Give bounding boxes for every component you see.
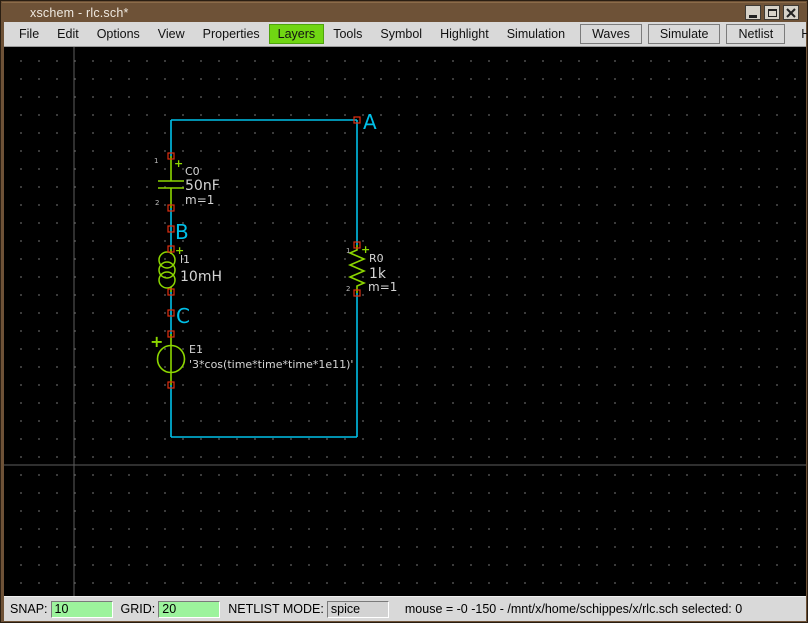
component-capacitor[interactable]: 1 2 + C0 50nF m=1 (154, 152, 220, 212)
menu-item-view[interactable]: View (149, 24, 194, 44)
waves-button[interactable]: Waves (580, 24, 642, 44)
netlist-mode-label: NETLIST MODE: (228, 602, 324, 616)
menu-item-tools[interactable]: Tools (324, 24, 371, 44)
simulate-button[interactable]: Simulate (647, 24, 721, 44)
minimize-icon (749, 14, 757, 18)
node-label-a[interactable]: A (363, 110, 377, 134)
node-label-c[interactable]: C (176, 304, 190, 328)
component-source[interactable]: + E1 '3*cos(time*time*time*1e11)' (150, 330, 353, 389)
window-title: xschem - rlc.sch* (30, 5, 129, 20)
menu-item-symbol[interactable]: Symbol (371, 24, 431, 44)
capacitor-value: 50nF (185, 178, 220, 194)
statusbar: SNAP: GRID: NETLIST MODE: mouse = -0 -15… (4, 596, 806, 621)
menu-item-options[interactable]: Options (88, 24, 149, 44)
schematic-canvas[interactable]: 1 2 + C0 50nF m=1 + l1 10mH + E1 '3*cos(… (4, 47, 806, 596)
menu-item-simulation[interactable]: Simulation (498, 24, 574, 44)
component-resistor[interactable]: 1 2 + R0 1k m=1 (346, 241, 397, 297)
menu-item-properties[interactable]: Properties (194, 24, 269, 44)
snap-input[interactable] (50, 600, 113, 618)
maximize-icon (767, 8, 777, 17)
menu-item-layers[interactable]: Layers (268, 24, 325, 44)
source-plus-icon: + (150, 332, 163, 351)
maximize-button[interactable] (764, 5, 780, 20)
inductor-coil (158, 251, 176, 269)
resistor-name: R0 (369, 252, 384, 265)
menu-item-edit[interactable]: Edit (48, 24, 88, 44)
netlist-mode-input[interactable] (326, 600, 389, 618)
resistor-pin1-number: 1 (346, 247, 350, 255)
close-icon (786, 7, 796, 18)
capacitor-pin2-number: 2 (155, 199, 159, 207)
window-controls (745, 5, 799, 20)
menu-item-highlight[interactable]: Highlight (431, 24, 498, 44)
node-labels[interactable]: A B C (167, 110, 377, 328)
menu-item-file[interactable]: File (10, 24, 48, 44)
minimize-button[interactable] (745, 5, 761, 20)
grid-label: GRID: (120, 602, 156, 616)
menubar: File Edit Options View Properties Layers… (4, 22, 807, 47)
close-button[interactable] (783, 5, 799, 20)
capacitor-name: C0 (185, 165, 200, 178)
inductor-coil (158, 261, 176, 279)
menu-item-help[interactable]: Help (793, 24, 807, 44)
component-inductor[interactable]: + l1 10mH (158, 244, 222, 296)
titlebar[interactable]: xschem - rlc.sch* (2, 2, 806, 22)
capacitor-pin1-number: 1 (154, 157, 158, 165)
capacitor-plus-icon: + (174, 157, 183, 170)
netlist-button[interactable]: Netlist (726, 24, 786, 44)
resistor-mult: m=1 (368, 280, 397, 294)
inductor-value: 10mH (180, 269, 222, 285)
source-name: E1 (189, 343, 203, 356)
source-value: '3*cos(time*time*time*1e11)' (189, 358, 353, 371)
inductor-name: l1 (180, 253, 190, 266)
capacitor-mult: m=1 (185, 193, 214, 207)
schematic-drawing[interactable]: 1 2 + C0 50nF m=1 + l1 10mH + E1 '3*cos(… (4, 47, 806, 596)
xschem-window: xschem - rlc.sch* File Edit Options View… (0, 0, 808, 623)
resistor-pin2-number: 2 (346, 285, 350, 293)
inductor-coil (158, 271, 176, 289)
grid-input[interactable] (158, 600, 221, 618)
statusbar-info-text: mouse = -0 -150 - /mnt/x/home/schippes/x… (404, 602, 743, 616)
snap-label: SNAP: (10, 602, 48, 616)
node-label-b[interactable]: B (175, 220, 189, 244)
